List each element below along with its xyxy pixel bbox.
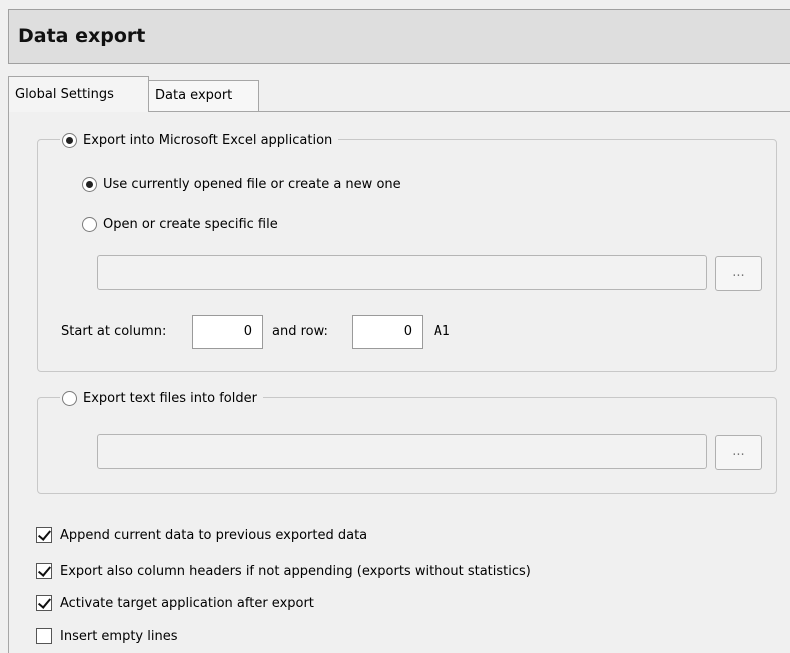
open-specific-file-option[interactable]: Open or create specific file xyxy=(82,214,278,234)
text-export-legend[interactable]: Export text files into folder xyxy=(60,388,263,408)
excel-file-path-input[interactable] xyxy=(97,255,707,290)
append-data-checkbox[interactable] xyxy=(36,527,52,543)
text-folder-browse-button[interactable]: ... xyxy=(715,435,762,470)
activate-target-label: Activate target application after export xyxy=(60,595,314,611)
append-data-label: Append current data to previous exported… xyxy=(60,527,368,543)
start-column-input[interactable]: 0 xyxy=(192,315,263,349)
use-current-file-option[interactable]: Use currently opened file or create a ne… xyxy=(82,174,401,194)
append-data-option[interactable]: Append current data to previous exported… xyxy=(36,525,367,545)
cell-reference: A1 xyxy=(434,324,450,339)
text-export-label: Export text files into folder xyxy=(83,390,257,406)
tab-global-settings[interactable]: Global Settings xyxy=(8,76,149,112)
text-folder-path-input[interactable] xyxy=(97,434,707,469)
excel-file-browse-button[interactable]: ... xyxy=(715,256,762,291)
insert-empty-lines-checkbox[interactable] xyxy=(36,628,52,644)
insert-empty-lines-option[interactable]: Insert empty lines xyxy=(36,626,178,646)
text-export-radio[interactable] xyxy=(62,390,77,406)
start-column-label: Start at column: xyxy=(61,324,167,339)
title-bar: Data export xyxy=(8,9,790,64)
use-current-file-label: Use currently opened file or create a ne… xyxy=(103,176,401,192)
excel-export-label: Export into Microsoft Excel application xyxy=(83,132,333,148)
use-current-file-radio[interactable] xyxy=(82,176,97,192)
export-headers-label: Export also column headers if not append… xyxy=(60,563,531,579)
open-specific-file-label: Open or create specific file xyxy=(103,216,278,232)
activate-target-checkbox[interactable] xyxy=(36,595,52,611)
excel-export-legend[interactable]: Export into Microsoft Excel application xyxy=(60,130,339,150)
start-row-input[interactable]: 0 xyxy=(352,315,423,349)
excel-export-radio[interactable] xyxy=(62,132,77,148)
tab-data-export[interactable]: Data export xyxy=(148,80,259,111)
insert-empty-lines-label: Insert empty lines xyxy=(60,628,178,644)
open-specific-file-radio[interactable] xyxy=(82,216,97,232)
export-headers-checkbox[interactable] xyxy=(36,563,52,579)
page-title: Data export xyxy=(18,25,146,47)
activate-target-option[interactable]: Activate target application after export xyxy=(36,593,314,613)
export-headers-option[interactable]: Export also column headers if not append… xyxy=(36,561,531,581)
start-row-label: and row: xyxy=(272,324,328,339)
